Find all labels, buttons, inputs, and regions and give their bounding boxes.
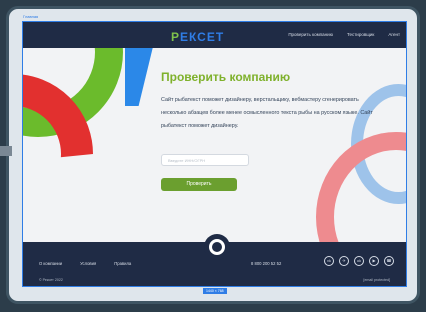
logo-ring-icon: [209, 239, 225, 255]
nav-item-tester[interactable]: Тестировщик: [347, 32, 374, 37]
whatsapp-icon[interactable]: ☎: [384, 256, 394, 266]
social-links: vk ✈ ok ▶ ☎: [324, 256, 394, 266]
footer-logo[interactable]: [204, 234, 230, 260]
size-badge: 1440 × 768: [203, 288, 227, 294]
youtube-icon[interactable]: ▶: [369, 256, 379, 266]
footer-phone[interactable]: 8 800 200 52 52: [251, 261, 281, 266]
vk-icon[interactable]: vk: [324, 256, 334, 266]
hero-content: Проверить компанию Сайт рыбатекст поможе…: [161, 70, 386, 133]
page-description: Сайт рыбатекст поможет дизайнеру, верста…: [161, 97, 373, 129]
ok-icon[interactable]: ok: [354, 256, 364, 266]
footer-link-terms[interactable]: Условия: [80, 261, 96, 266]
footer-link-about[interactable]: О компании: [39, 261, 62, 266]
footer-email[interactable]: [email protected]: [363, 278, 390, 282]
page-title: Проверить компанию: [161, 70, 291, 84]
site-footer: О компании Условия Правила 8 800 200 52 …: [23, 234, 406, 286]
nav-item-check-company[interactable]: Проверить компанию: [288, 32, 333, 37]
logo-text: ЕКСЕТ: [180, 30, 225, 44]
nav-item-agent[interactable]: Агент: [388, 32, 400, 37]
web-page: РЕКСЕТ Проверить компанию Тестировщик Аг…: [22, 21, 407, 287]
footer-links: О компании Условия Правила: [39, 261, 131, 266]
site-header: РЕКСЕТ Проверить компанию Тестировщик Аг…: [23, 22, 406, 48]
resize-handle[interactable]: [0, 146, 12, 156]
brand-logo[interactable]: РЕКСЕТ: [171, 30, 224, 44]
check-button[interactable]: Проверить: [161, 178, 237, 191]
inn-search-input[interactable]: Введите ИНН/ОГРН: [161, 154, 249, 166]
frame-label: Главная: [23, 14, 39, 19]
telegram-icon[interactable]: ✈: [339, 256, 349, 266]
main-nav: Проверить компанию Тестировщик Агент: [288, 32, 400, 37]
logo-letter: Р: [171, 30, 181, 44]
footer-link-rules[interactable]: Правила: [114, 261, 131, 266]
footer-copyright: © Рексет 2022: [39, 278, 63, 282]
